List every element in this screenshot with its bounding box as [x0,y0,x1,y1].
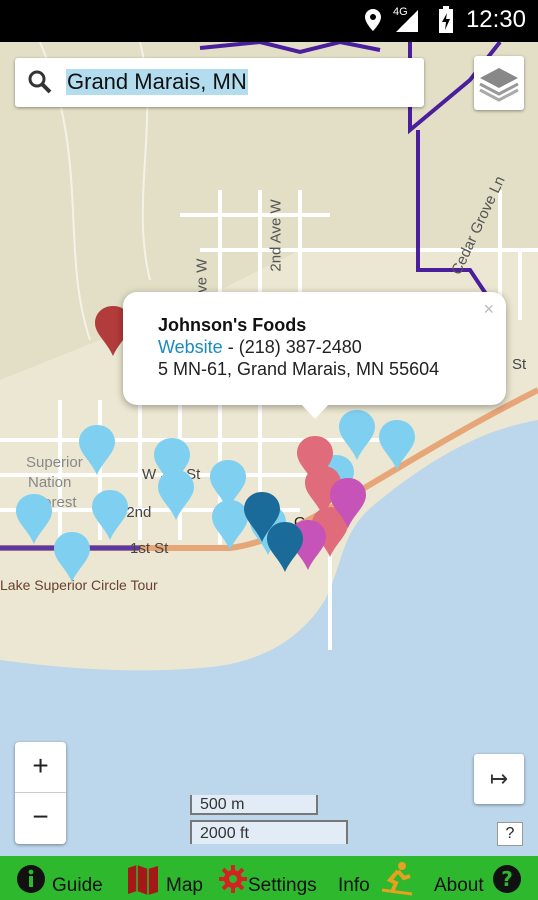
layers-button[interactable] [474,56,524,110]
lodging-pin[interactable] [16,494,52,544]
website-link[interactable]: Website [158,337,223,357]
zoom-in-button[interactable]: + [15,742,66,793]
nav-info[interactable]: Info [338,856,418,900]
search-icon[interactable] [27,69,53,95]
gear-icon [219,865,247,893]
bottom-nav: Guide Map Settings Info About ? [0,856,538,900]
scale-imperial: 2000 ft [190,820,348,844]
place-name: Johnson's Foods [158,315,307,335]
map-help-button[interactable]: ? [497,822,523,846]
place-popup: Johnson's Foods Website - (218) 387-2480… [123,292,506,419]
help-icon: ? [493,865,521,893]
lodging-pin[interactable] [92,490,128,540]
nav-guide[interactable]: Guide [16,856,108,900]
place-contact: Website - (218) 387-2480 [158,337,362,358]
svg-text:?: ? [501,867,513,891]
nav-label: Guide [52,875,103,896]
map-icon [128,865,158,895]
zoom-out-button[interactable]: − [15,793,66,843]
nav-label: About [434,875,484,896]
nav-map[interactable]: Map [126,856,208,900]
search-bar[interactable]: Grand Marais, MN [15,58,424,107]
expand-button[interactable]: ↦ [474,754,524,804]
nav-label: Map [166,875,203,896]
place-address: 5 MN-61, Grand Marais, MN 55604 [158,359,440,379]
lodging-pin[interactable] [339,410,375,460]
map-pins [16,306,415,582]
lodging-pin[interactable] [212,500,248,550]
lodging-pin[interactable] [379,420,415,470]
place-phone: - (218) 387-2480 [227,337,362,357]
service-pin[interactable] [267,522,303,572]
zoom-control: + − [15,742,66,844]
nav-label: Settings [248,875,317,896]
lodging-pin[interactable] [79,425,115,475]
scale-metric: 500 m [190,795,318,815]
layers-icon [479,68,519,102]
nav-settings[interactable]: Settings [218,856,328,900]
lodging-pin[interactable] [54,532,90,582]
lodging-pin[interactable] [158,470,194,520]
nav-about[interactable]: About ? [434,856,534,900]
skier-icon [381,862,413,896]
info-icon [17,865,45,893]
close-popup-button[interactable]: × [483,299,494,320]
search-input[interactable]: Grand Marais, MN [66,69,248,95]
nav-label: Info [338,875,370,896]
